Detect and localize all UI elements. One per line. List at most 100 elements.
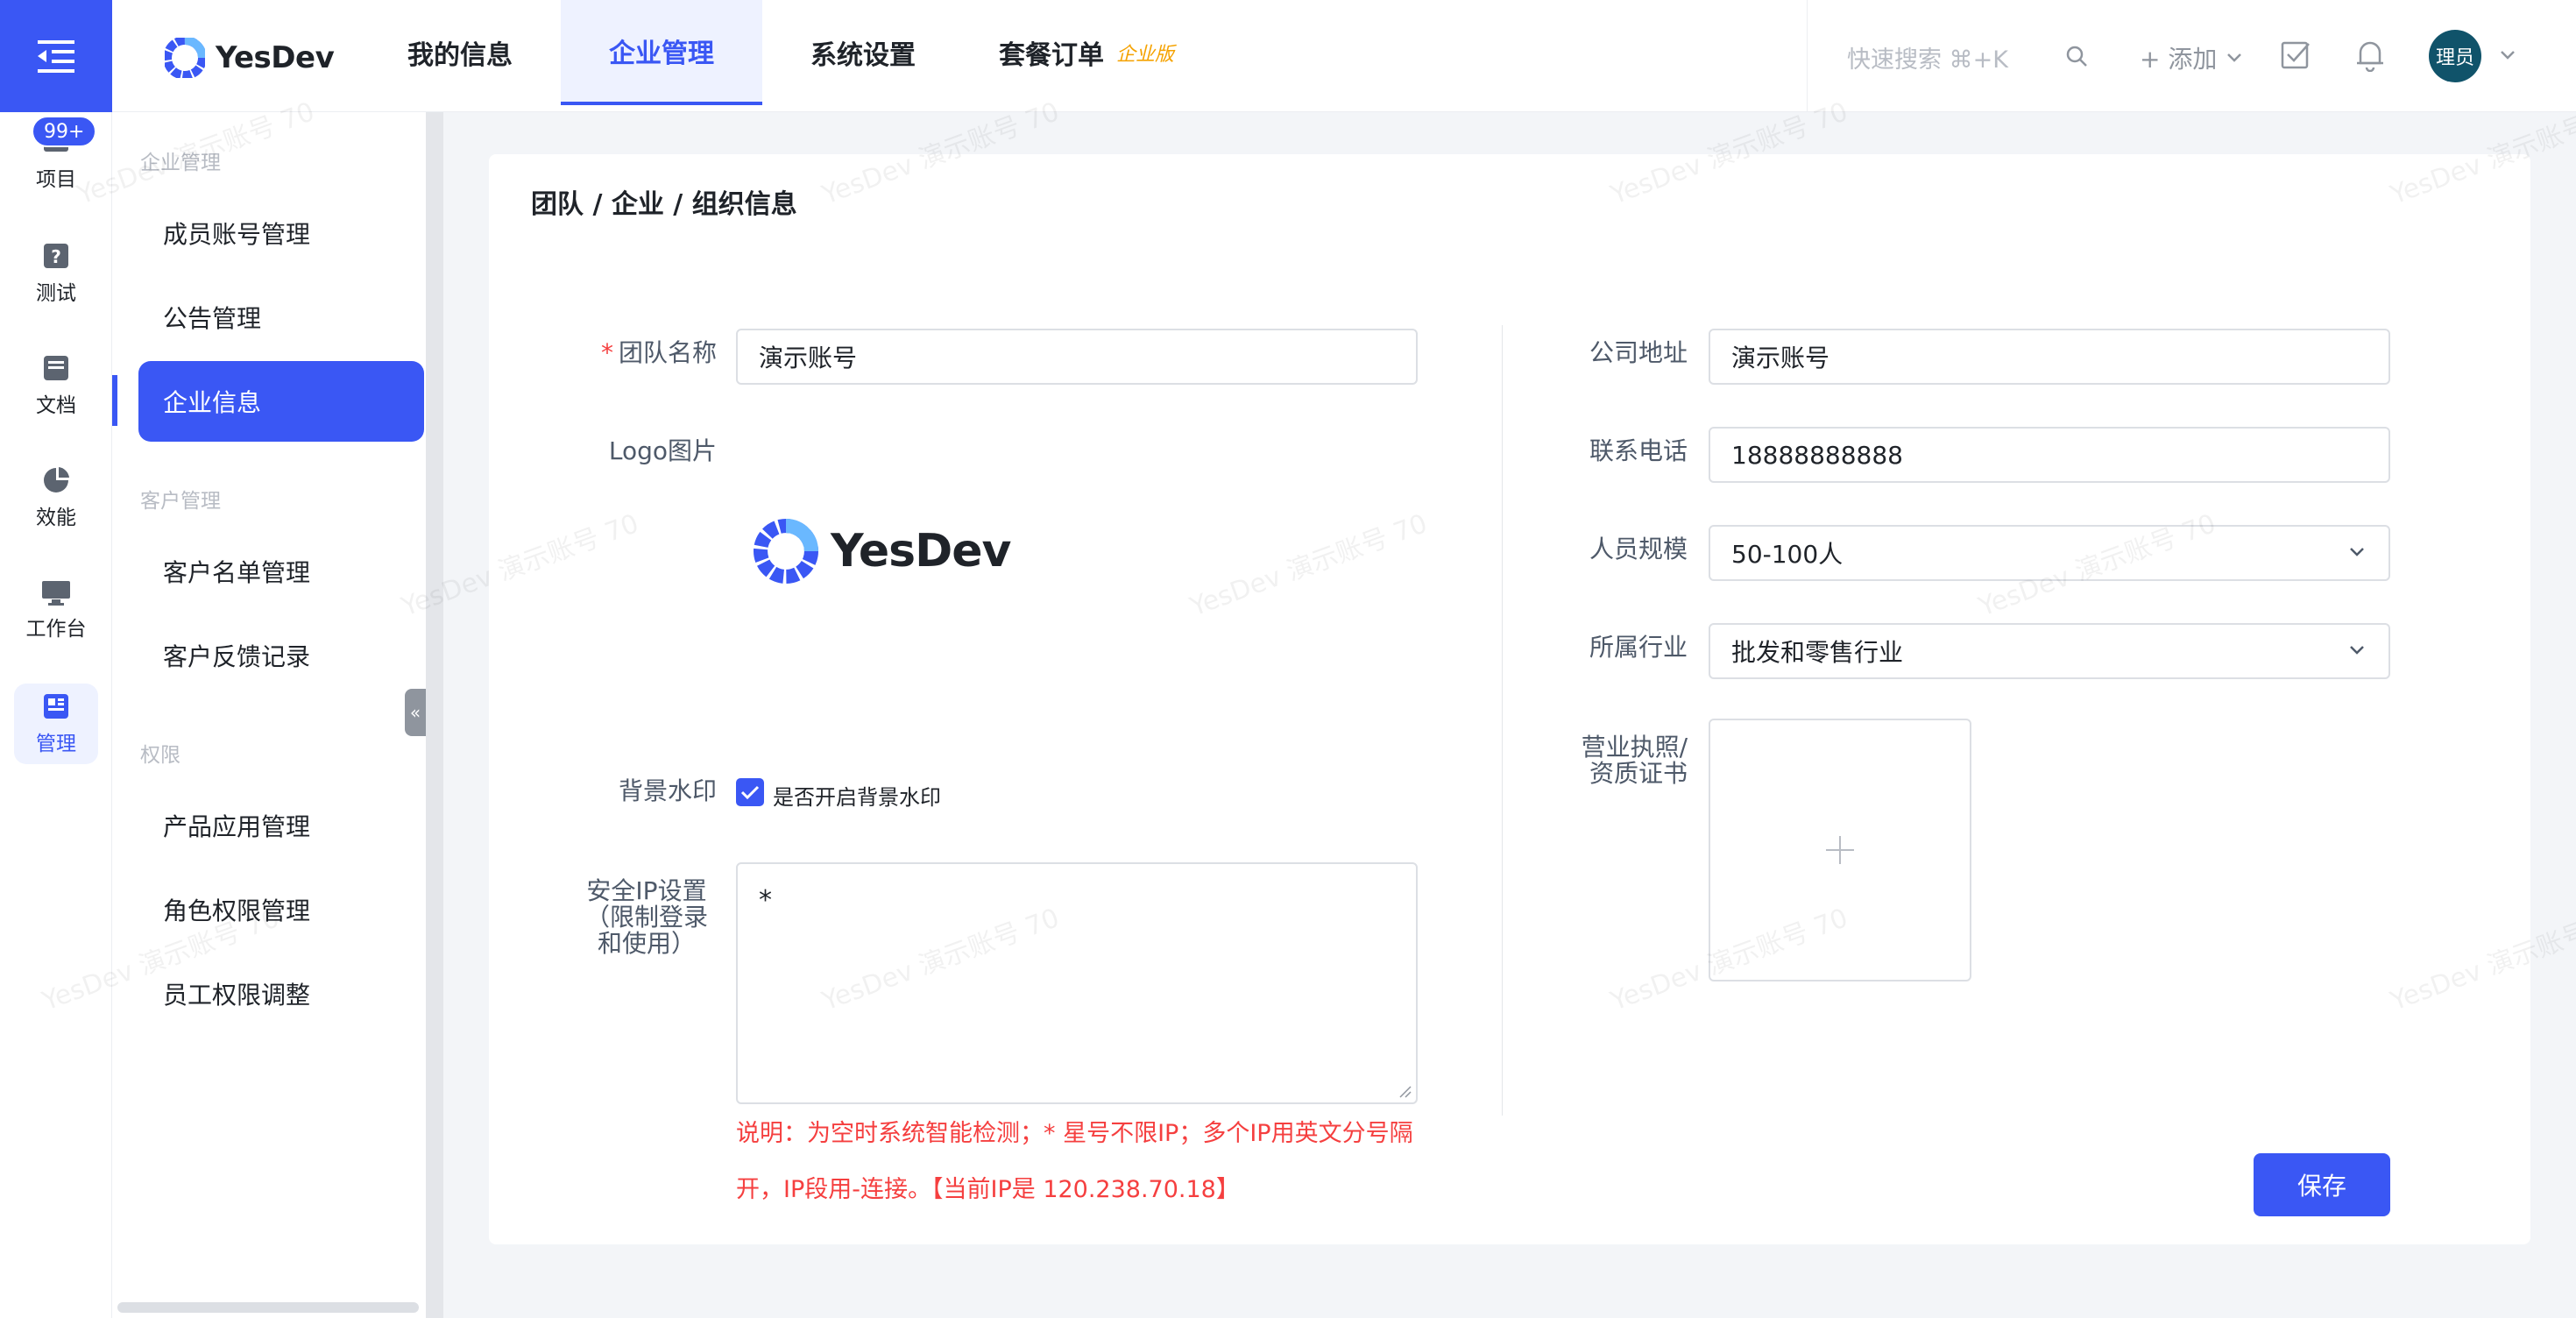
watermark-checkbox[interactable] [736, 778, 764, 806]
logo-text: YesDev [216, 40, 335, 75]
todo-button[interactable] [2280, 39, 2311, 74]
watermark-checkbox-label[interactable]: 是否开启背景水印 [773, 780, 941, 811]
sidebar-item-label: 企业信息 [163, 388, 262, 417]
horizontal-scrollbar[interactable] [117, 1302, 419, 1313]
business-license-label: 营业执照/ 资质证书 [1581, 733, 1688, 788]
menu-icon [38, 40, 74, 73]
check-icon [740, 785, 760, 800]
checkbox-todo-icon [2281, 41, 2310, 69]
sidebar-item-role-permissions[interactable]: 角色权限管理 [138, 869, 424, 950]
rail-item-label: 测试 [36, 282, 76, 305]
rail-item-document[interactable]: 文档 [14, 345, 98, 426]
top-bar: YesDev 我的信息 企业管理 系统设置 套餐订单 企业版 快速搜索 ⌘+K … [0, 0, 2576, 112]
rail-item-test[interactable]: ? 测试 [14, 233, 98, 314]
nav-tab-system-settings[interactable]: 系统设置 [789, 0, 938, 105]
nav-tab-label: 系统设置 [810, 40, 916, 71]
monitor-icon [42, 581, 70, 606]
input-value: 演示账号 [1731, 344, 1830, 372]
rail-item-label: 管理 [36, 733, 76, 755]
sidebar-item-member-accounts[interactable]: 成员账号管理 [138, 193, 424, 273]
chevron-down-icon [2350, 646, 2364, 655]
menu-toggle-button[interactable] [0, 0, 112, 112]
test-icon: ? [44, 244, 68, 268]
document-icon [44, 356, 68, 380]
breadcrumb: 团队 / 企业 / 组织信息 [531, 189, 797, 220]
add-button-label: + 添加 [2140, 45, 2218, 74]
sidebar-item-label: 公告管理 [163, 304, 262, 333]
pie-chart-icon [44, 467, 69, 492]
bell-icon [2357, 41, 2383, 73]
logo-text: YesDev [831, 525, 1011, 578]
user-avatar[interactable]: 理员 [2429, 30, 2481, 82]
sidebar-item-label: 客户反馈记录 [163, 642, 311, 671]
select-value: 批发和零售行业 [1731, 638, 1904, 667]
license-upload-box[interactable] [1709, 719, 1971, 981]
column-divider [1502, 325, 1503, 1116]
company-address-label: 公司地址 [1589, 338, 1688, 367]
logo-image[interactable]: YesDev [754, 519, 1011, 584]
rail-item-efficiency[interactable]: 效能 [14, 457, 98, 538]
sidebar-item-label: 产品应用管理 [163, 812, 311, 841]
nav-tab-my-info[interactable]: 我的信息 [386, 0, 534, 105]
plus-icon [1826, 836, 1854, 864]
rail-item-workbench[interactable]: 工作台 [14, 570, 98, 650]
sidebar-group-title: 客户管理 [140, 490, 221, 513]
company-address-input[interactable]: 演示账号 [1709, 329, 2390, 385]
add-button[interactable]: + 添加 [2140, 40, 2243, 75]
rail-item-label: 效能 [36, 507, 76, 529]
rail-item-label: 文档 [36, 394, 76, 417]
collapse-sidebar-button[interactable]: « [405, 689, 426, 736]
sidebar-scroll-track [426, 112, 443, 1318]
industry-select[interactable]: 批发和零售行业 [1709, 623, 2390, 679]
nav-tab-enterprise[interactable]: 企业管理 [561, 0, 762, 105]
nav-tab-label: 我的信息 [407, 40, 513, 71]
select-value: 50-100人 [1731, 540, 1844, 569]
dashboard-icon [44, 694, 68, 719]
enterprise-info-card: 团队 / 企业 / 组织信息 * 团队名称 演示账号 Logo图片 YesDev … [489, 154, 2530, 1244]
sidebar-item-label: 成员账号管理 [163, 220, 311, 249]
notification-button[interactable] [2355, 39, 2385, 75]
sidebar-item-customer-feedback[interactable]: 客户反馈记录 [138, 615, 424, 696]
yesdev-logo-icon [165, 38, 205, 78]
resize-handle-icon[interactable] [1398, 1085, 1412, 1099]
sidebar-item-label: 角色权限管理 [163, 896, 311, 925]
search-icon [2066, 46, 2087, 67]
sidebar-item-label: 员工权限调整 [163, 981, 311, 1010]
nav-tab-label: 企业管理 [609, 39, 714, 69]
sidebar-item-staff-permissions[interactable]: 员工权限调整 [138, 953, 424, 1034]
search-button[interactable] [2064, 44, 2089, 72]
rail-item-label: 项目 [36, 168, 76, 191]
team-name-input[interactable]: 演示账号 [736, 329, 1418, 385]
staff-size-label: 人员规模 [1589, 535, 1688, 563]
chevron-down-icon[interactable] [2499, 49, 2516, 61]
industry-label: 所属行业 [1589, 633, 1688, 662]
yesdev-logo-icon [754, 519, 818, 584]
sidebar-item-announcements[interactable]: 公告管理 [138, 277, 424, 358]
chevron-down-icon [2350, 548, 2364, 556]
security-ip-textarea[interactable]: * [736, 862, 1418, 1104]
phone-input[interactable]: 18888888888 [1709, 427, 2390, 483]
module-rail: 项目 ? 测试 文档 效能 工作台 管理 [0, 112, 112, 1318]
save-button[interactable]: 保存 [2254, 1153, 2390, 1216]
textarea-value: * [759, 885, 772, 916]
sidebar-item-enterprise-info[interactable]: 企业信息 [138, 361, 424, 442]
sidebar-item-customer-list[interactable]: 客户名单管理 [138, 531, 424, 612]
sidebar-group-title: 权限 [140, 744, 180, 767]
phone-label: 联系电话 [1589, 436, 1688, 465]
sidebar-item-label: 客户名单管理 [163, 558, 311, 587]
quick-search-trigger[interactable]: 快速搜索 ⌘+K [1847, 40, 2008, 74]
enterprise-badge: 企业版 [1116, 44, 1175, 66]
input-value: 演示账号 [759, 344, 858, 372]
required-asterisk: * [600, 338, 613, 367]
rail-item-admin[interactable]: 管理 [14, 684, 98, 764]
notification-count-badge: 99+ [32, 116, 97, 147]
sub-sidebar: 企业管理 成员账号管理 公告管理 企业信息 客户管理 客户名单管理 客户反馈记录… [112, 112, 426, 1318]
sidebar-item-product-apps[interactable]: 产品应用管理 [138, 785, 424, 866]
input-value: 18888888888 [1731, 440, 1903, 470]
nav-tab-plan-orders[interactable]: 套餐订单 企业版 [999, 0, 1209, 105]
rail-item-label: 工作台 [25, 618, 87, 641]
svg-text:?: ? [51, 246, 61, 267]
app-logo[interactable]: YesDev [165, 35, 335, 81]
staff-size-select[interactable]: 50-100人 [1709, 525, 2390, 581]
nav-tab-label: 套餐订单 [999, 40, 1104, 71]
